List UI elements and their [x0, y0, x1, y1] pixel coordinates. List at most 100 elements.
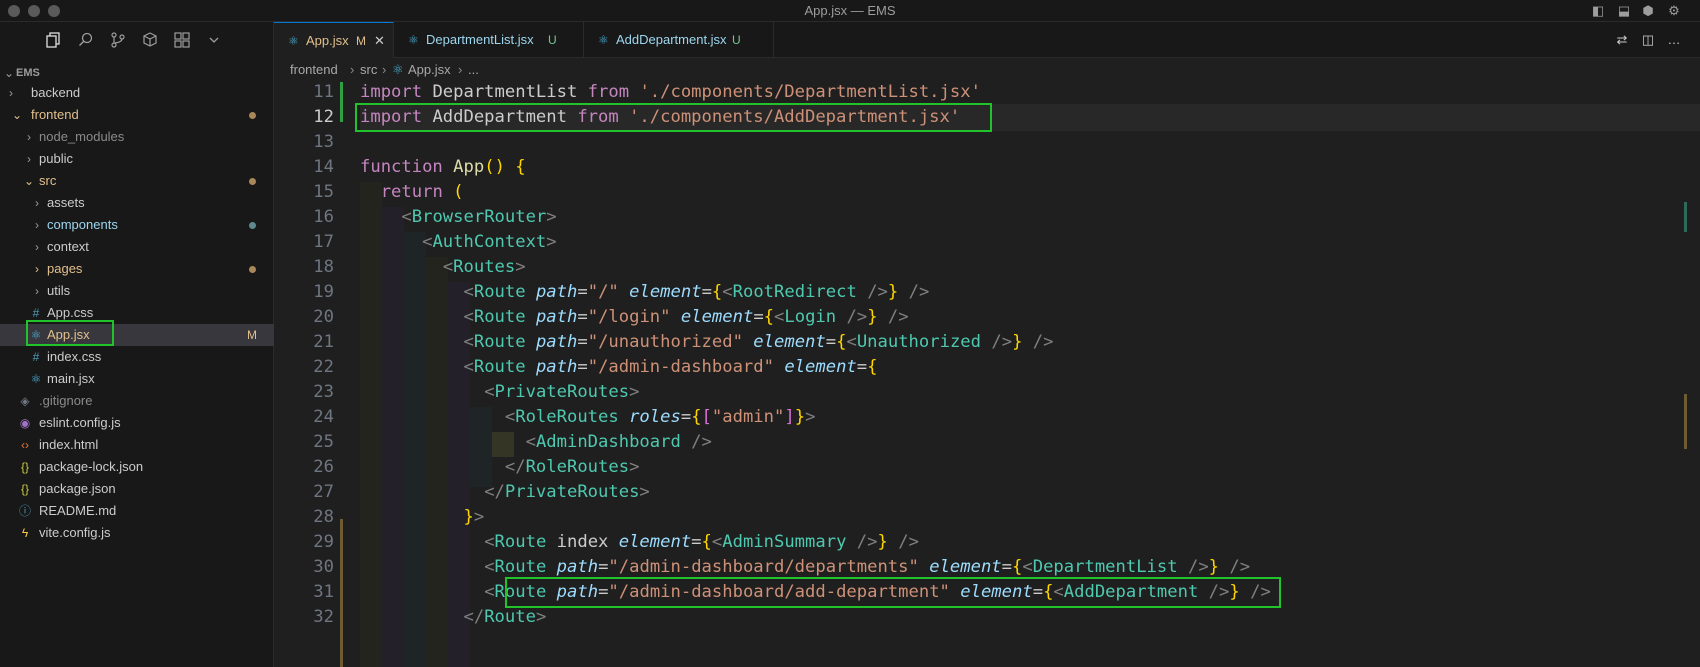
breadcrumb-file[interactable]: App.jsx — [408, 58, 451, 82]
tree-item-utils[interactable]: › utils — [0, 280, 274, 302]
line-number: 14 — [313, 157, 334, 177]
code-line[interactable]: <Routes> — [360, 254, 526, 281]
tree-item-index-html[interactable]: ‹› index.html — [0, 434, 274, 456]
chevron-down-icon: ⌄ — [11, 108, 23, 122]
tree-item-node-modules[interactable]: › node_modules — [0, 126, 274, 148]
settings-gear-icon[interactable]: ⚙ — [1666, 3, 1682, 19]
react-file-icon: ⚛ — [408, 33, 419, 47]
more-actions-icon[interactable]: … — [1666, 32, 1682, 48]
breadcrumb: frontend › src › ⚛ App.jsx › ... — [274, 58, 1700, 82]
code-line[interactable]: <Route path="/" element={<RootRedirect /… — [360, 279, 929, 306]
code-line[interactable]: <Route path="/admin-dashboard" element={ — [360, 354, 877, 381]
extensions-icon[interactable] — [140, 31, 160, 51]
code-line[interactable]: <PrivateRoutes> — [360, 379, 639, 406]
chevron-down-icon: ⌄ — [23, 174, 35, 188]
editor-area: ⚛ App.jsx M ✕ ⚛ DepartmentList.jsx U ⚛ A… — [274, 22, 1700, 667]
code-line[interactable]: <Route path="/unauthorized" element={<Un… — [360, 329, 1053, 356]
modified-dot — [249, 178, 256, 185]
react-file-icon: ⚛ — [598, 33, 609, 47]
chevron-right-icon: › — [35, 240, 39, 254]
chevron-right-icon: › — [458, 62, 463, 77]
line-number: 30 — [313, 557, 334, 577]
chevron-right-icon: › — [35, 218, 39, 232]
toggle-sidebar-icon[interactable]: ◧ — [1590, 3, 1606, 19]
tab-add-department[interactable]: ⚛ AddDepartment.jsx U — [584, 22, 774, 58]
tree-item-package-lock[interactable]: {} package-lock.json — [0, 456, 274, 478]
line-number: 21 — [313, 332, 334, 352]
gutter-modified-marker — [340, 519, 343, 667]
tree-item-assets[interactable]: › assets — [0, 192, 274, 214]
code-line[interactable]: <RoleRoutes roles={["admin"]}> — [360, 404, 816, 431]
breadcrumb-src[interactable]: src — [360, 58, 377, 82]
files-icon[interactable] — [44, 31, 64, 51]
chevron-down-icon: ⌄ — [3, 66, 15, 80]
scrollbar-marker — [1684, 202, 1687, 232]
line-number: 18 — [313, 257, 334, 277]
split-editor-icon[interactable]: ◫ — [1640, 32, 1656, 48]
tree-item-backend[interactable]: › backend — [0, 82, 274, 104]
react-file-icon: ⚛ — [288, 34, 299, 48]
line-number: 26 — [313, 457, 334, 477]
code-line[interactable]: <BrowserRouter> — [360, 204, 556, 231]
modified-dot — [249, 266, 256, 273]
chevron-right-icon: › — [382, 62, 387, 77]
line-number: 27 — [313, 482, 334, 502]
close-icon[interactable]: ✕ — [374, 23, 385, 59]
eslint-file-icon: ◉ — [19, 416, 31, 430]
code-line[interactable]: <AuthContext> — [360, 229, 557, 256]
code-line[interactable]: <AdminDashboard /> — [360, 429, 712, 456]
tree-item-index-css[interactable]: # index.css — [0, 346, 274, 368]
toggle-panel-icon[interactable]: ⬓ — [1616, 3, 1632, 19]
extensions-title-icon[interactable]: ⬢ — [1640, 3, 1656, 19]
tree-item-context[interactable]: › context — [0, 236, 274, 258]
chevron-right-icon: › — [27, 130, 31, 144]
remote-icon[interactable] — [172, 31, 192, 51]
info-file-icon: ⓘ — [18, 504, 31, 518]
explorer-root[interactable]: ⌄ EMS — [0, 62, 274, 84]
tree-item-package-json[interactable]: {} package.json — [0, 478, 274, 500]
tree-item-frontend[interactable]: ⌄ frontend — [0, 104, 274, 126]
sidebar-toolbar — [0, 22, 274, 60]
line-number: 17 — [313, 232, 334, 252]
chevron-right-icon: › — [35, 284, 39, 298]
explorer-sidebar: ⌄ EMS › backend ⌄ frontend › node_module… — [0, 22, 274, 667]
tree-item-gitignore[interactable]: ◈ .gitignore — [0, 390, 274, 412]
chevron-down-icon[interactable] — [204, 31, 224, 51]
code-line[interactable]: function App() { — [360, 154, 526, 181]
highlight-box-import-line — [355, 103, 992, 132]
tree-item-readme[interactable]: ⓘ README.md — [0, 500, 274, 522]
highlight-box-route-line — [505, 577, 1281, 608]
search-icon[interactable] — [76, 31, 96, 51]
line-number: 29 — [313, 532, 334, 552]
source-control-icon[interactable] — [108, 31, 128, 51]
code-line[interactable]: </RoleRoutes> — [360, 454, 640, 481]
tree-item-public[interactable]: › public — [0, 148, 274, 170]
react-file-icon: ⚛ — [392, 62, 404, 77]
tree-item-main-jsx[interactable]: ⚛ main.jsx — [0, 368, 274, 390]
tree-item-components[interactable]: › components — [0, 214, 274, 236]
code-line[interactable]: return ( — [360, 179, 464, 206]
breadcrumb-frontend[interactable]: frontend — [290, 58, 338, 82]
code-line[interactable]: </Route> — [360, 604, 546, 631]
tree-item-eslint-config[interactable]: ◉ eslint.config.js — [0, 412, 274, 434]
code-line[interactable]: </PrivateRoutes> — [360, 479, 650, 506]
tree-item-src[interactable]: ⌄ src — [0, 170, 274, 192]
tab-app-jsx[interactable]: ⚛ App.jsx M ✕ — [274, 22, 394, 58]
modified-dot — [249, 112, 256, 119]
tree-item-vite-config[interactable]: ϟ vite.config.js — [0, 522, 274, 544]
tab-department-list[interactable]: ⚛ DepartmentList.jsx U — [394, 22, 584, 58]
code-editor[interactable]: 11 12 13 14 15 16 17 18 19 20 21 22 23 2… — [274, 82, 1700, 667]
window-title: App.jsx — EMS — [804, 3, 896, 18]
code-line[interactable]: }> — [360, 504, 484, 531]
untracked-dot — [249, 222, 256, 229]
breadcrumb-more[interactable]: ... — [468, 58, 479, 82]
gutter-added-marker — [340, 82, 343, 122]
line-number: 20 — [313, 307, 334, 327]
chevron-right-icon: › — [35, 262, 39, 276]
tree-item-pages[interactable]: › pages — [0, 258, 274, 280]
line-number: 13 — [313, 132, 334, 152]
code-line[interactable]: <Route path="/login" element={<Login />}… — [360, 304, 908, 331]
json-file-icon: {} — [20, 460, 29, 474]
code-line[interactable]: <Route index element={<AdminSummary />} … — [360, 529, 919, 556]
compare-changes-icon[interactable]: ⇄ — [1614, 32, 1630, 48]
